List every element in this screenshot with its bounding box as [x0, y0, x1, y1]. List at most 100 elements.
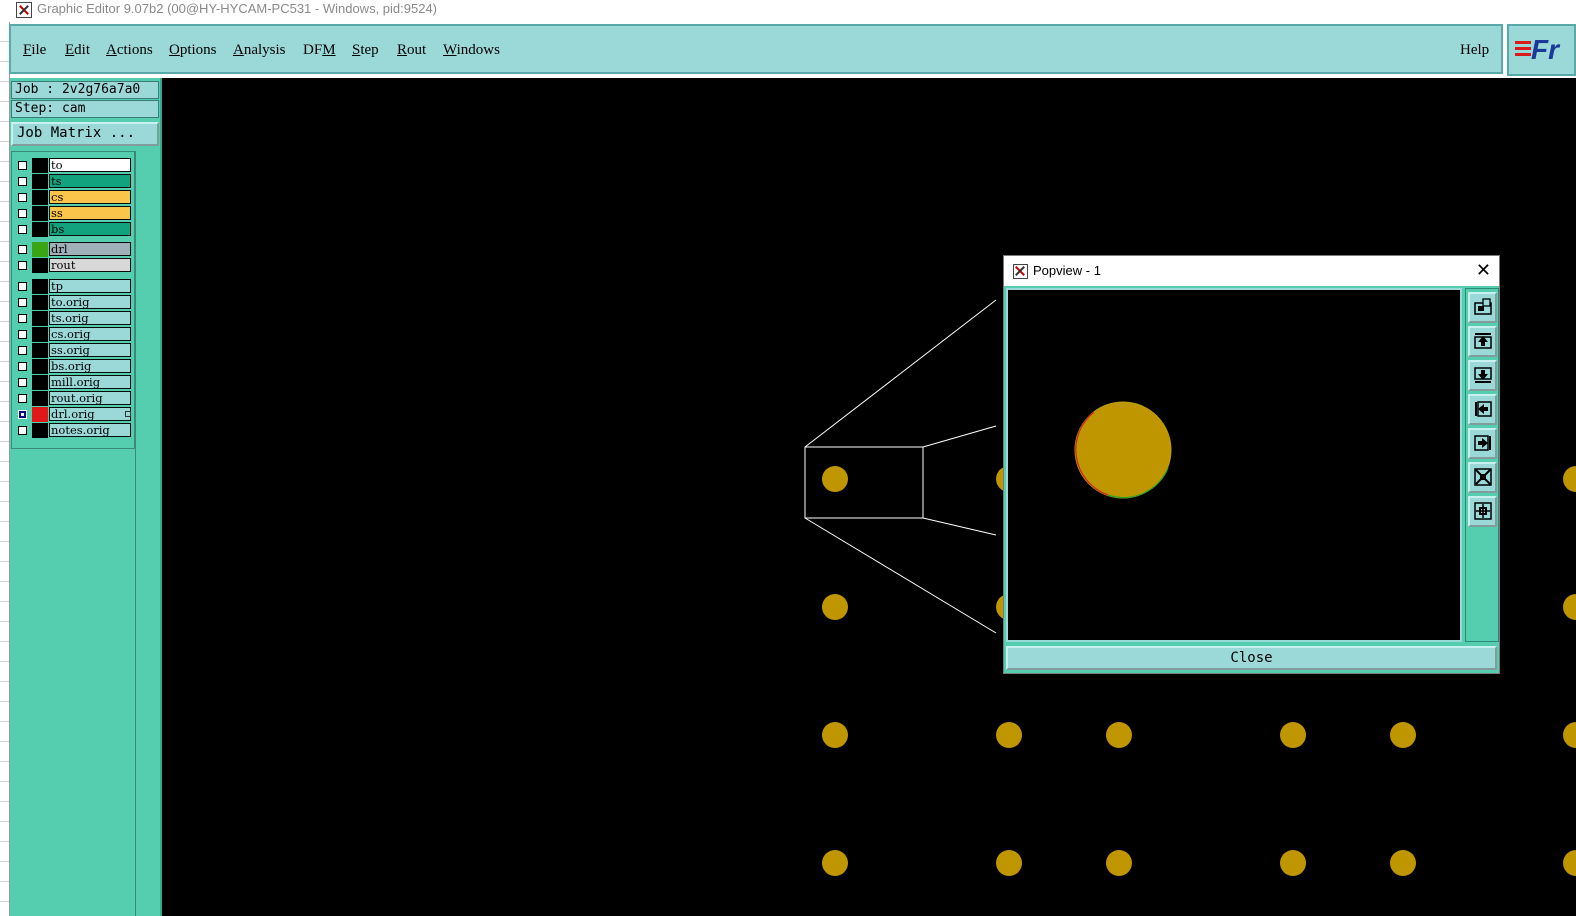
background-window-strip	[0, 22, 10, 916]
layer-row-ts-orig[interactable]: ts.orig	[15, 311, 133, 326]
layer-row-rout[interactable]: rout	[15, 258, 133, 273]
layer-row-ts[interactable]: ts	[15, 174, 133, 189]
zoom-window-icon[interactable]	[1468, 292, 1497, 323]
pan-left-icon[interactable]	[1468, 394, 1497, 425]
pan-up-icon[interactable]	[1468, 326, 1497, 357]
layer-name[interactable]: bs	[49, 222, 131, 236]
layer-row-ss-orig[interactable]: ss.orig	[15, 343, 133, 358]
layer-checkbox[interactable]	[18, 245, 27, 254]
menu-bar: File Edit Actions Options Analysis DFM S…	[9, 24, 1503, 74]
layer-checkbox[interactable]	[18, 378, 27, 387]
menu-analysis[interactable]: Analysis	[233, 42, 286, 59]
layer-checkbox[interactable]	[18, 282, 27, 291]
layer-row-ss[interactable]: ss	[15, 206, 133, 221]
pan-down-icon[interactable]	[1468, 360, 1497, 391]
layer-color-swatch[interactable]	[32, 343, 48, 358]
layer-name[interactable]: mill.orig	[49, 375, 131, 389]
layer-row-rout-orig[interactable]: rout.orig	[15, 391, 133, 406]
menu-options[interactable]: Options	[169, 42, 217, 59]
layer-checkbox[interactable]	[18, 225, 27, 234]
layer-scroll-area[interactable]	[135, 151, 160, 916]
layer-row-cs[interactable]: cs	[15, 190, 133, 205]
drill-pad	[822, 722, 848, 748]
layer-name[interactable]: ts.orig	[49, 311, 131, 325]
popview-canvas[interactable]	[1006, 288, 1462, 642]
layer-color-swatch[interactable]	[32, 190, 48, 205]
layer-checkbox[interactable]	[18, 298, 27, 307]
layer-name[interactable]: cs.orig	[49, 327, 131, 341]
layer-checkbox[interactable]	[18, 394, 27, 403]
layer-checkbox[interactable]	[18, 193, 27, 202]
layer-name[interactable]: notes.orig	[49, 423, 131, 437]
layer-color-swatch[interactable]	[32, 391, 48, 406]
layer-row-to-orig[interactable]: to.orig	[15, 295, 133, 310]
menu-rout[interactable]: Rout	[397, 42, 426, 59]
layer-color-swatch[interactable]	[32, 222, 48, 237]
menu-help[interactable]: Help	[1460, 42, 1489, 59]
job-matrix-button[interactable]: Job Matrix ...	[11, 122, 159, 146]
title-bar: Graphic Editor 9.07b2 (00@HY-HYCAM-PC531…	[0, 0, 1576, 22]
layer-color-swatch[interactable]	[32, 423, 48, 438]
zoom-fit-icon[interactable]	[1468, 462, 1497, 493]
layer-color-swatch[interactable]	[32, 279, 48, 294]
layer-checkbox[interactable]	[18, 209, 27, 218]
menu-dfm[interactable]: DFM	[303, 42, 336, 59]
layer-name[interactable]: drl	[49, 242, 131, 256]
layer-row-mill-orig[interactable]: mill.orig	[15, 375, 133, 390]
layer-color-swatch[interactable]	[32, 206, 48, 221]
layer-checkbox[interactable]	[18, 410, 27, 419]
menu-edit[interactable]: Edit	[65, 42, 90, 59]
layer-color-swatch[interactable]	[32, 258, 48, 273]
popview-title: Popview - 1	[1033, 263, 1101, 278]
layer-color-swatch[interactable]	[32, 242, 48, 257]
pan-right-icon[interactable]	[1468, 428, 1497, 459]
zoom-center-icon[interactable]	[1468, 496, 1497, 527]
layer-row-drl[interactable]: drl	[15, 242, 133, 257]
popview-title-bar[interactable]: Popview - 1 ✕	[1004, 256, 1499, 286]
layer-checkbox[interactable]	[18, 362, 27, 371]
layer-name[interactable]: to.orig	[49, 295, 131, 309]
layer-name[interactable]: rout.orig	[49, 391, 131, 405]
layer-color-swatch[interactable]	[32, 359, 48, 374]
layer-color-swatch[interactable]	[32, 295, 48, 310]
layer-name[interactable]: ts	[49, 174, 131, 188]
menu-actions[interactable]: Actions	[106, 42, 153, 59]
menu-step[interactable]: Step	[352, 42, 379, 59]
layer-row-cs-orig[interactable]: cs.orig	[15, 327, 133, 342]
layer-color-swatch[interactable]	[32, 158, 48, 173]
layer-checkbox[interactable]	[18, 314, 27, 323]
layer-name[interactable]: drl.orig	[49, 407, 131, 421]
layer-name[interactable]: to	[49, 158, 131, 172]
layer-row-notes-orig[interactable]: notes.orig	[15, 423, 133, 438]
layer-checkbox[interactable]	[18, 330, 27, 339]
layer-row-bs[interactable]: bs	[15, 222, 133, 237]
layer-checkbox[interactable]	[18, 346, 27, 355]
layer-name[interactable]: tp	[49, 279, 131, 293]
drill-pad	[1563, 594, 1576, 620]
layer-color-swatch[interactable]	[32, 407, 48, 422]
layer-color-swatch[interactable]	[32, 327, 48, 342]
layer-row-to[interactable]: to	[15, 158, 133, 173]
layer-row-tp[interactable]: tp	[15, 279, 133, 294]
layer-name[interactable]: ss.orig	[49, 343, 131, 357]
menu-windows[interactable]: Windows	[443, 42, 500, 59]
layer-checkbox[interactable]	[18, 261, 27, 270]
callout-line	[804, 299, 997, 448]
layer-name[interactable]: bs.orig	[49, 359, 131, 373]
layer-name[interactable]: ss	[49, 206, 131, 220]
popview-close-button[interactable]: Close	[1006, 646, 1497, 670]
layer-checkbox[interactable]	[18, 161, 27, 170]
layer-color-swatch[interactable]	[32, 311, 48, 326]
layer-name[interactable]: cs	[49, 190, 131, 204]
layer-checkbox[interactable]	[18, 426, 27, 435]
layer-name[interactable]: rout	[49, 258, 131, 272]
layer-color-swatch[interactable]	[32, 174, 48, 189]
drill-pad	[822, 466, 848, 492]
app-icon	[16, 2, 32, 18]
layer-row-bs-orig[interactable]: bs.orig	[15, 359, 133, 374]
layer-row-drl-orig[interactable]: drl.orig	[15, 407, 133, 422]
layer-checkbox[interactable]	[18, 177, 27, 186]
layer-color-swatch[interactable]	[32, 375, 48, 390]
popview-close-icon[interactable]: ✕	[1476, 260, 1491, 281]
menu-file[interactable]: File	[23, 42, 46, 59]
